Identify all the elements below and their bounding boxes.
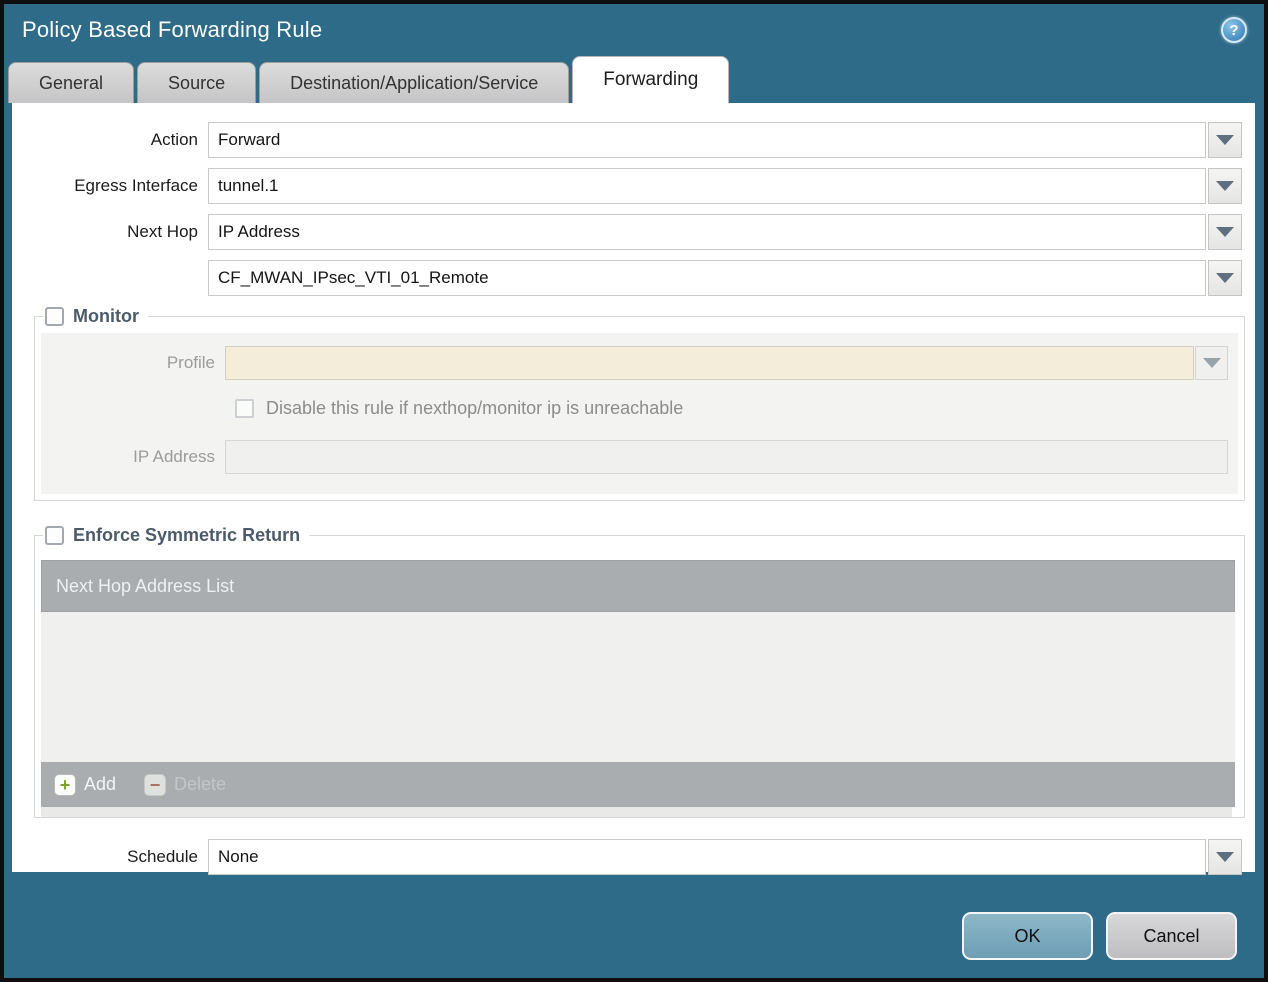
enforce-symmetric-return-section: Enforce Symmetric Return Next Hop Addres… [34, 525, 1245, 818]
pbf-rule-dialog: Policy Based Forwarding Rule ? General S… [0, 0, 1268, 982]
schedule-dropdown-button[interactable] [1208, 839, 1242, 875]
tab-forwarding[interactable]: Forwarding [572, 56, 730, 103]
profile-label: Profile [166, 353, 215, 372]
monitor-legend: Monitor [43, 306, 148, 327]
action-select[interactable]: Forward [208, 122, 1206, 158]
disable-rule-checkbox [235, 398, 254, 418]
monitor-legend-label: Monitor [73, 306, 139, 326]
action-row: Action Forward [12, 122, 1255, 158]
delete-button: − Delete [144, 773, 227, 796]
table-footer: + Add − Delete [41, 762, 1235, 807]
profile-row: Profile [41, 346, 1233, 380]
next-hop-address-list-table: Next Hop Address List + Add − Delete [41, 560, 1235, 817]
add-button[interactable]: + Add [54, 773, 117, 796]
tab-bar: General Source Destination/Application/S… [4, 56, 1264, 103]
next-hop-address-select[interactable]: CF_MWAN_IPsec_VTI_01_Remote [208, 260, 1206, 296]
monitor-section: Monitor Profile Disable this rule if nex… [34, 306, 1245, 501]
action-label: Action [150, 130, 198, 149]
chevron-down-icon [1216, 181, 1234, 191]
schedule-select[interactable]: None [208, 839, 1206, 875]
chevron-down-icon [1216, 852, 1234, 862]
symmetric-legend-label: Enforce Symmetric Return [73, 525, 301, 545]
add-button-label: Add [84, 774, 117, 794]
chevron-down-icon [1216, 135, 1234, 145]
tab-destination-application-service[interactable]: Destination/Application/Service [259, 62, 570, 103]
disable-rule-row: Disable this rule if nexthop/monitor ip … [235, 394, 1233, 422]
egress-interface-dropdown-button[interactable] [1208, 168, 1242, 204]
next-hop-type-select[interactable]: IP Address [208, 214, 1206, 250]
table-scroll-strip[interactable] [41, 807, 1232, 817]
schedule-label: Schedule [127, 847, 198, 866]
chevron-down-icon [1216, 227, 1234, 237]
minus-icon: − [144, 773, 167, 796]
monitor-panel: Profile Disable this rule if nexthop/mon… [41, 333, 1238, 494]
profile-dropdown-button [1195, 346, 1228, 380]
next-hop-dropdown-button[interactable] [1208, 214, 1242, 250]
monitor-ip-row: IP Address [41, 440, 1233, 474]
next-hop-address-dropdown-button[interactable] [1208, 260, 1242, 296]
monitor-checkbox[interactable] [45, 307, 64, 326]
tab-general[interactable]: General [8, 62, 135, 103]
monitor-ip-label: IP Address [133, 447, 215, 466]
egress-interface-row: Egress Interface tunnel.1 [12, 168, 1255, 204]
table-header: Next Hop Address List [41, 560, 1235, 612]
plus-icon: + [54, 773, 76, 796]
table-body[interactable] [41, 612, 1235, 762]
next-hop-label: Next Hop [127, 222, 198, 241]
enforce-symmetric-return-checkbox[interactable] [45, 526, 64, 545]
next-hop-address-row: CF_MWAN_IPsec_VTI_01_Remote [12, 260, 1255, 296]
forwarding-tab-panel: Action Forward Egress Interface tunnel.1… [12, 103, 1255, 875]
dialog-actions: OK Cancel [962, 912, 1237, 960]
next-hop-row: Next Hop IP Address [12, 214, 1255, 250]
disable-rule-label: Disable this rule if nexthop/monitor ip … [266, 397, 684, 418]
dialog-titlebar: Policy Based Forwarding Rule ? [4, 4, 1264, 56]
ok-button[interactable]: OK [962, 912, 1093, 960]
profile-select [225, 346, 1194, 380]
delete-button-label: Delete [174, 774, 227, 794]
symmetric-legend: Enforce Symmetric Return [43, 525, 309, 546]
cancel-button[interactable]: Cancel [1106, 912, 1237, 960]
monitor-ip-input [225, 440, 1228, 474]
egress-interface-label: Egress Interface [74, 176, 198, 195]
chevron-down-icon [1202, 358, 1221, 368]
chevron-down-icon [1216, 273, 1234, 283]
dialog-title: Policy Based Forwarding Rule [22, 17, 323, 42]
egress-interface-select[interactable]: tunnel.1 [208, 168, 1206, 204]
action-dropdown-button[interactable] [1208, 122, 1242, 158]
help-icon[interactable]: ? [1221, 17, 1247, 43]
schedule-row: Schedule None [12, 839, 1255, 875]
tab-source[interactable]: Source [137, 62, 257, 103]
